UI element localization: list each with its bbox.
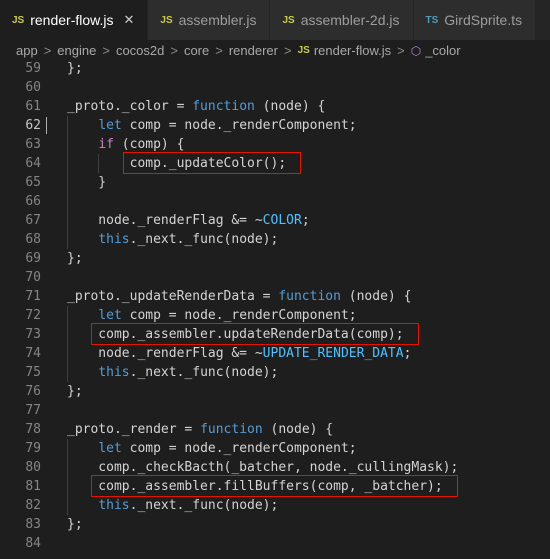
line-number: 59	[25, 61, 41, 76]
line-number: 70	[25, 270, 41, 285]
code-line[interactable]: 61 _proto._color = function (node) {	[0, 97, 550, 116]
code-line[interactable]: 82 this._next._func(node);	[0, 496, 550, 515]
code-text: _proto._updateRenderData = function (nod…	[67, 289, 412, 304]
line-number: 71	[25, 289, 41, 304]
breadcrumb-file[interactable]: render-flow.js	[314, 43, 391, 58]
code-line[interactable]: 69};	[0, 249, 550, 268]
code-line[interactable]: 75 this._next._func(node);	[0, 363, 550, 382]
breadcrumb-app[interactable]: app	[16, 43, 38, 58]
line-number: 60	[25, 80, 41, 95]
tab-assembler-2d-js[interactable]: JS assembler-2d.js	[270, 0, 414, 40]
breadcrumb-separator-icon: >	[170, 43, 178, 58]
breadcrumb-separator-icon: >	[397, 43, 405, 58]
ts-file-icon: TS	[425, 14, 439, 26]
line-number: 76	[25, 384, 41, 399]
breadcrumb-separator-icon: >	[283, 43, 292, 58]
line-number: 64	[25, 156, 41, 171]
breadcrumb-core[interactable]: core	[184, 43, 209, 58]
breadcrumb-cocos2d[interactable]: cocos2d	[116, 43, 164, 58]
breadcrumb-symbol[interactable]: _color	[425, 43, 460, 58]
code-line[interactable]: 84	[0, 534, 550, 553]
code-line[interactable]: 59};	[0, 59, 550, 78]
code-text: this._next._func(node);	[98, 365, 279, 380]
highlight-update-color	[122, 152, 302, 174]
line-number: 67	[25, 213, 41, 228]
code-line[interactable]: 74 node._renderFlag &= ~UPDATE_RENDER_DA…	[0, 344, 550, 363]
editor-tab-bar: JS render-flow.js ✕ JS assembler.js JS assembl…	[0, 0, 550, 40]
js-file-icon: JS	[12, 14, 25, 26]
tab-label: assembler-2d.js	[300, 12, 400, 28]
line-number: 74	[25, 346, 41, 361]
line-number: 63	[25, 137, 41, 152]
code-line[interactable]: 71 _proto._updateRenderData = function (n…	[0, 287, 550, 306]
code-text: let comp = node._renderComponent;	[98, 118, 357, 133]
code-line[interactable]: 66	[0, 192, 550, 211]
line-number: 62	[25, 118, 41, 133]
code-text: };	[67, 251, 83, 266]
code-line[interactable]: 60	[0, 78, 550, 97]
line-number: 79	[25, 441, 41, 456]
tab-girdsprite-ts[interactable]: TS GirdSprite.ts	[413, 0, 537, 40]
line-number: 83	[25, 517, 41, 532]
line-number: 77	[25, 403, 41, 418]
line-number: 61	[25, 99, 41, 114]
code-text: };	[67, 384, 83, 399]
breadcrumb-engine[interactable]: engine	[57, 43, 96, 58]
line-number: 69	[25, 251, 41, 266]
code-text: this._next._func(node);	[98, 232, 279, 247]
code-text: _proto._color = function (node) {	[67, 99, 326, 114]
line-number: 65	[25, 175, 41, 190]
tab-label: GirdSprite.ts	[444, 12, 523, 28]
highlight-update-render-data	[91, 323, 419, 345]
code-line[interactable]: 83};	[0, 515, 550, 534]
line-number: 68	[25, 232, 41, 247]
line-number: 66	[25, 194, 41, 209]
tab-label: assembler.js	[178, 12, 257, 28]
code-text: node._renderFlag &= ~COLOR;	[67, 213, 310, 228]
js-file-icon: JS	[282, 14, 295, 26]
code-line[interactable]: 76};	[0, 382, 550, 401]
code-line[interactable]: 79 let comp = node._renderComponent;	[0, 439, 550, 458]
code-line[interactable]: 67 node._renderFlag &= ~COLOR;	[0, 211, 550, 230]
highlight-fill-buffers	[91, 475, 458, 497]
line-number: 73	[25, 327, 41, 342]
code-line[interactable]: 78 _proto._render = function (node) {	[0, 420, 550, 439]
code-text: node._renderFlag &= ~UPDATE_RENDER_DATA;	[67, 346, 412, 361]
js-file-icon: JS	[160, 14, 173, 26]
line-number: 80	[25, 460, 41, 475]
breadcrumb-renderer[interactable]: renderer	[229, 43, 278, 58]
line-number: 81	[25, 479, 41, 494]
code-text: };	[67, 61, 83, 76]
code-line[interactable]: 70	[0, 268, 550, 287]
code-text: this._next._func(node);	[98, 498, 279, 513]
code-text: };	[67, 517, 83, 532]
tab-render-flow-js[interactable]: JS render-flow.js ✕	[0, 0, 149, 40]
breadcrumb-separator-icon: >	[43, 43, 52, 58]
breadcrumb-separator-icon: >	[102, 43, 110, 58]
indent-guide	[67, 192, 68, 211]
code-line[interactable]: 68 this._next._func(node);	[0, 230, 550, 249]
code-editor[interactable]: 59}; 60 61 _proto._color = function (node) …	[0, 59, 550, 559]
breadcrumb-separator-icon: >	[215, 43, 223, 58]
code-line[interactable]: 62 let comp = node._renderComponent;	[0, 116, 550, 135]
close-icon[interactable]: ✕	[124, 12, 135, 28]
code-text: let comp = node._renderComponent;	[98, 441, 357, 456]
code-text: _proto._render = function (node) {	[67, 422, 334, 437]
symbol-cube-icon: ⬡	[410, 43, 422, 58]
js-file-icon: JS	[297, 45, 310, 56]
tab-label: render-flow.js	[30, 12, 114, 28]
code-line[interactable]: 77	[0, 401, 550, 420]
line-number: 82	[25, 498, 41, 513]
breadcrumb: app > engine > cocos2d > core > renderer > JS rende…	[0, 40, 550, 61]
line-number: 75	[25, 365, 41, 380]
tab-assembler-js[interactable]: JS assembler.js	[148, 0, 271, 40]
line-number: 78	[25, 422, 41, 437]
line-number: 72	[25, 308, 41, 323]
code-line[interactable]: 65 }	[0, 173, 550, 192]
code-text: }	[67, 175, 107, 190]
line-number: 84	[25, 536, 41, 551]
text-cursor	[46, 117, 47, 134]
